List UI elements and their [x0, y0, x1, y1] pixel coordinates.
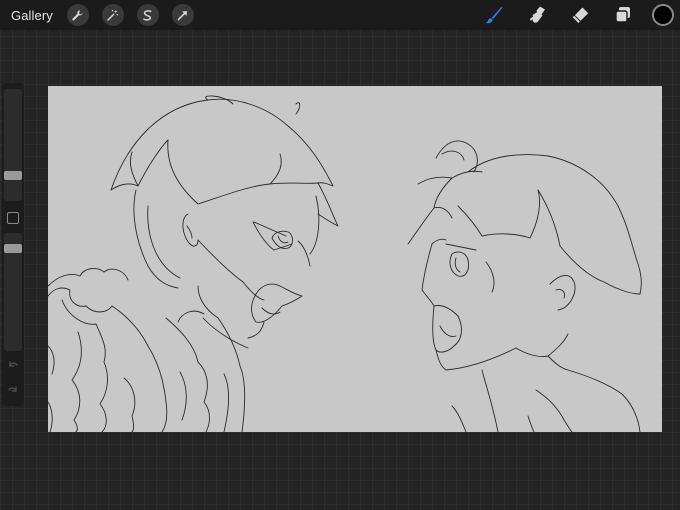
- color-picker-button[interactable]: [652, 4, 674, 26]
- brush-icon: [485, 6, 503, 24]
- undo-icon: [9, 361, 18, 367]
- opacity-slider[interactable]: [4, 233, 22, 351]
- layers-button[interactable]: [611, 3, 635, 27]
- actions-button[interactable]: [66, 4, 89, 26]
- smudge-button[interactable]: [525, 3, 549, 27]
- modify-button[interactable]: [7, 212, 19, 224]
- eraser-button[interactable]: [568, 3, 592, 27]
- transform-button[interactable]: [171, 4, 194, 26]
- undo-button[interactable]: [6, 358, 20, 372]
- sidebar: [2, 83, 24, 406]
- selection-button[interactable]: [136, 4, 159, 26]
- adjustments-button[interactable]: [101, 4, 124, 26]
- brush-size-slider[interactable]: [4, 89, 22, 201]
- brush-button[interactable]: [482, 3, 506, 27]
- opacity-handle[interactable]: [4, 244, 22, 253]
- top-toolbar: Gallery: [0, 0, 680, 30]
- painting-tools: [463, 0, 680, 30]
- drawing-canvas[interactable]: [48, 86, 662, 432]
- magic-wand-icon: [107, 9, 119, 21]
- wrench-icon: [72, 9, 83, 20]
- brush-size-handle[interactable]: [4, 171, 22, 180]
- transform-arrow-icon: [178, 10, 188, 20]
- layers-icon: [615, 7, 630, 23]
- redo-button[interactable]: [6, 383, 20, 397]
- eraser-icon: [572, 7, 589, 23]
- line-art-sketch: [48, 95, 642, 432]
- smudge-icon: [530, 6, 545, 23]
- gallery-button[interactable]: Gallery: [11, 8, 53, 23]
- selection-icon: [143, 9, 152, 21]
- redo-icon: [8, 386, 17, 392]
